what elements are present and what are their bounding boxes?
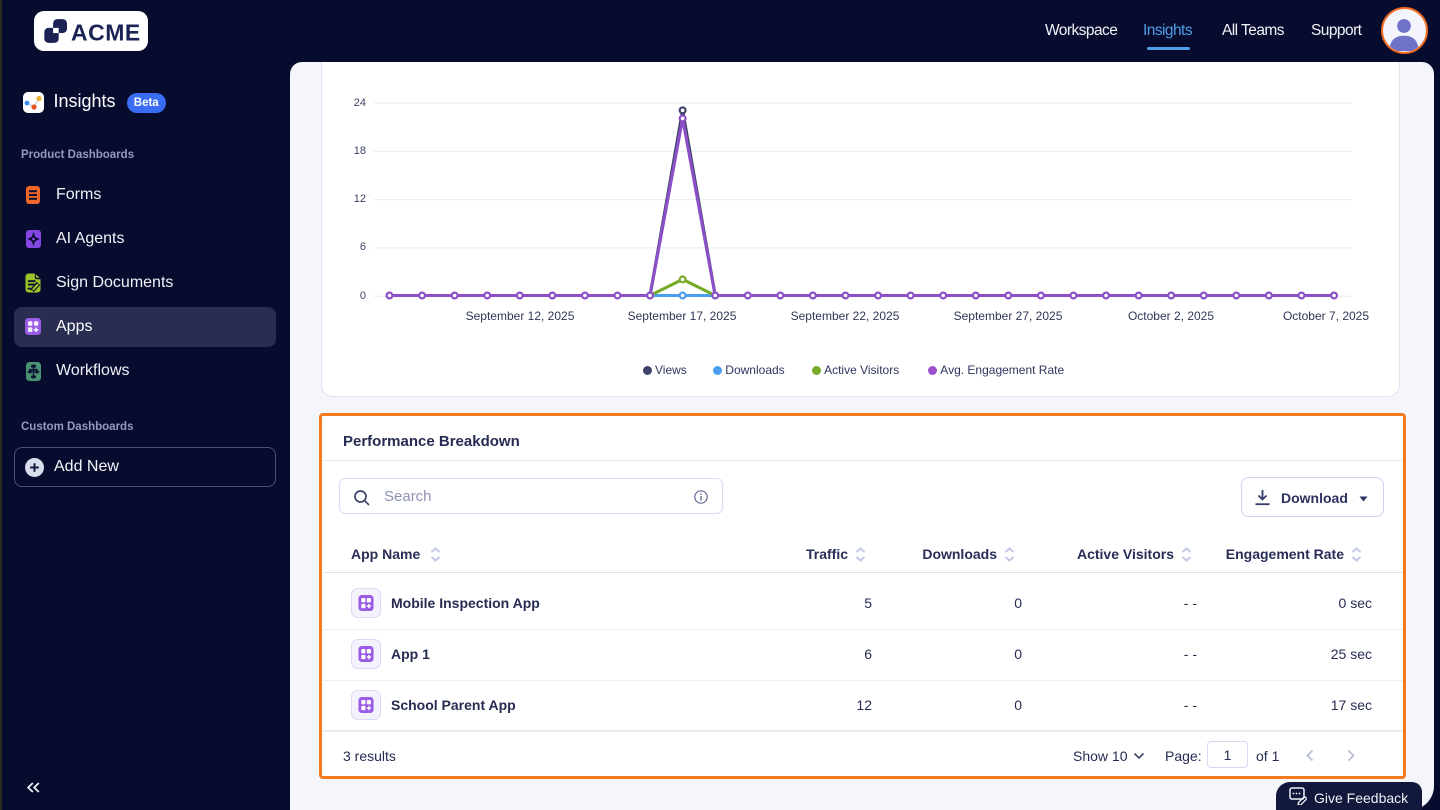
svg-text:ACME: ACME [71,20,141,46]
